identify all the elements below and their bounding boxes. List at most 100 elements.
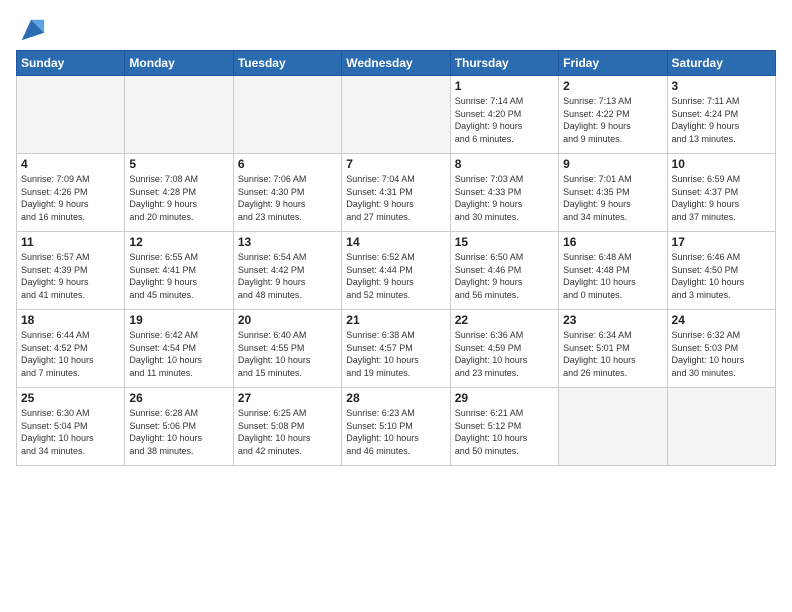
day-info: Sunrise: 6:59 AM Sunset: 4:37 PM Dayligh… xyxy=(672,173,771,223)
calendar-cell: 7 Sunrise: 7:04 AM Sunset: 4:31 PM Daylig… xyxy=(342,154,450,232)
calendar-cell: 24 Sunrise: 6:32 AM Sunset: 5:03 PM Dayli… xyxy=(667,310,775,388)
calendar-cell: 2 Sunrise: 7:13 AM Sunset: 4:22 PM Daylig… xyxy=(559,76,667,154)
day-number: 21 xyxy=(346,313,445,327)
header-wednesday: Wednesday xyxy=(342,51,450,76)
day-number: 5 xyxy=(129,157,228,171)
calendar-cell: 14 Sunrise: 6:52 AM Sunset: 4:44 PM Dayli… xyxy=(342,232,450,310)
day-info: Sunrise: 7:09 AM Sunset: 4:26 PM Dayligh… xyxy=(21,173,120,223)
day-number: 18 xyxy=(21,313,120,327)
day-number: 16 xyxy=(563,235,662,249)
calendar-cell: 21 Sunrise: 6:38 AM Sunset: 4:57 PM Dayli… xyxy=(342,310,450,388)
header-sunday: Sunday xyxy=(17,51,125,76)
day-number: 12 xyxy=(129,235,228,249)
day-info: Sunrise: 6:42 AM Sunset: 4:54 PM Dayligh… xyxy=(129,329,228,379)
logo xyxy=(16,16,46,44)
calendar-cell xyxy=(559,388,667,466)
day-number: 26 xyxy=(129,391,228,405)
calendar-header-row: Sunday Monday Tuesday Wednesday Thursday… xyxy=(17,51,776,76)
day-number: 6 xyxy=(238,157,337,171)
logo-icon xyxy=(18,16,46,44)
day-info: Sunrise: 6:30 AM Sunset: 5:04 PM Dayligh… xyxy=(21,407,120,457)
day-number: 9 xyxy=(563,157,662,171)
calendar-cell: 13Sunrise: 6:54 AM Sunset: 4:42 PM Dayli… xyxy=(233,232,341,310)
calendar-cell: 19 Sunrise: 6:42 AM Sunset: 4:54 PM Dayli… xyxy=(125,310,233,388)
calendar-cell xyxy=(342,76,450,154)
day-number: 17 xyxy=(672,235,771,249)
day-number: 7 xyxy=(346,157,445,171)
day-number: 11 xyxy=(21,235,120,249)
calendar-cell: 5 Sunrise: 7:08 AM Sunset: 4:28 PM Daylig… xyxy=(125,154,233,232)
day-number: 25 xyxy=(21,391,120,405)
calendar-table: Sunday Monday Tuesday Wednesday Thursday… xyxy=(16,50,776,466)
day-info: Sunrise: 6:28 AM Sunset: 5:06 PM Dayligh… xyxy=(129,407,228,457)
day-number: 24 xyxy=(672,313,771,327)
calendar-cell: 16 Sunrise: 6:48 AM Sunset: 4:48 PM Dayli… xyxy=(559,232,667,310)
calendar-cell: 17 Sunrise: 6:46 AM Sunset: 4:50 PM Dayli… xyxy=(667,232,775,310)
day-info: Sunrise: 6:38 AM Sunset: 4:57 PM Dayligh… xyxy=(346,329,445,379)
day-number: 29 xyxy=(455,391,554,405)
header-monday: Monday xyxy=(125,51,233,76)
calendar-cell: 18 Sunrise: 6:44 AM Sunset: 4:52 PM Dayli… xyxy=(17,310,125,388)
day-info: Sunrise: 7:08 AM Sunset: 4:28 PM Dayligh… xyxy=(129,173,228,223)
calendar-cell: 6 Sunrise: 7:06 AM Sunset: 4:30 PM Daylig… xyxy=(233,154,341,232)
calendar-cell: 23 Sunrise: 6:34 AM Sunset: 5:01 PM Dayli… xyxy=(559,310,667,388)
day-number: 23 xyxy=(563,313,662,327)
day-info: Sunrise: 6:44 AM Sunset: 4:52 PM Dayligh… xyxy=(21,329,120,379)
day-info: Sunrise: 7:11 AM Sunset: 4:24 PM Dayligh… xyxy=(672,95,771,145)
calendar-cell xyxy=(667,388,775,466)
page-container: Sunday Monday Tuesday Wednesday Thursday… xyxy=(0,0,792,612)
day-info: Sunrise: 6:52 AM Sunset: 4:44 PM Dayligh… xyxy=(346,251,445,301)
calendar-cell: 1 Sunrise: 7:14 AM Sunset: 4:20 PM Daylig… xyxy=(450,76,558,154)
calendar-cell: 28 Sunrise: 6:23 AM Sunset: 5:10 PM Dayli… xyxy=(342,388,450,466)
day-info: Sunrise: 7:04 AM Sunset: 4:31 PM Dayligh… xyxy=(346,173,445,223)
calendar-cell: 11 Sunrise: 6:57 AM Sunset: 4:39 PM Dayli… xyxy=(17,232,125,310)
header xyxy=(16,12,776,44)
calendar-cell xyxy=(17,76,125,154)
day-info: Sunrise: 7:13 AM Sunset: 4:22 PM Dayligh… xyxy=(563,95,662,145)
day-info: Sunrise: 7:01 AM Sunset: 4:35 PM Dayligh… xyxy=(563,173,662,223)
day-number: 1 xyxy=(455,79,554,93)
day-info: Sunrise: 6:48 AM Sunset: 4:48 PM Dayligh… xyxy=(563,251,662,301)
day-info: Sunrise: 6:50 AM Sunset: 4:46 PM Dayligh… xyxy=(455,251,554,301)
calendar-cell: 3 Sunrise: 7:11 AM Sunset: 4:24 PM Daylig… xyxy=(667,76,775,154)
calendar-cell: 8Sunrise: 7:03 AM Sunset: 4:33 PM Daylig… xyxy=(450,154,558,232)
calendar-cell: 10 Sunrise: 6:59 AM Sunset: 4:37 PM Dayli… xyxy=(667,154,775,232)
day-number: 19 xyxy=(129,313,228,327)
day-number: 14 xyxy=(346,235,445,249)
calendar-cell: 27 Sunrise: 6:25 AM Sunset: 5:08 PM Dayli… xyxy=(233,388,341,466)
day-info: Sunrise: 6:36 AM Sunset: 4:59 PM Dayligh… xyxy=(455,329,554,379)
calendar-cell: 20 Sunrise: 6:40 AM Sunset: 4:55 PM Dayli… xyxy=(233,310,341,388)
day-info: Sunrise: 7:06 AM Sunset: 4:30 PM Dayligh… xyxy=(238,173,337,223)
calendar-cell xyxy=(125,76,233,154)
calendar-cell: 9 Sunrise: 7:01 AM Sunset: 4:35 PM Daylig… xyxy=(559,154,667,232)
day-number: 27 xyxy=(238,391,337,405)
day-number: 2 xyxy=(563,79,662,93)
day-info: Sunrise: 6:46 AM Sunset: 4:50 PM Dayligh… xyxy=(672,251,771,301)
calendar-cell: 12 Sunrise: 6:55 AM Sunset: 4:41 PM Dayli… xyxy=(125,232,233,310)
day-info: Sunrise: 6:21 AM Sunset: 5:12 PM Dayligh… xyxy=(455,407,554,457)
day-info: Sunrise: 6:34 AM Sunset: 5:01 PM Dayligh… xyxy=(563,329,662,379)
calendar-cell: 29 Sunrise: 6:21 AM Sunset: 5:12 PM Dayli… xyxy=(450,388,558,466)
calendar-cell: 26 Sunrise: 6:28 AM Sunset: 5:06 PM Dayli… xyxy=(125,388,233,466)
day-info: Sunrise: 6:55 AM Sunset: 4:41 PM Dayligh… xyxy=(129,251,228,301)
header-friday: Friday xyxy=(559,51,667,76)
header-thursday: Thursday xyxy=(450,51,558,76)
day-info: Sunrise: 6:23 AM Sunset: 5:10 PM Dayligh… xyxy=(346,407,445,457)
day-info: Sunrise: 6:32 AM Sunset: 5:03 PM Dayligh… xyxy=(672,329,771,379)
day-info: Sunrise: 6:25 AM Sunset: 5:08 PM Dayligh… xyxy=(238,407,337,457)
calendar-cell: 15 Sunrise: 6:50 AM Sunset: 4:46 PM Dayli… xyxy=(450,232,558,310)
day-info: Sunrise: 7:14 AM Sunset: 4:20 PM Dayligh… xyxy=(455,95,554,145)
day-number: 20 xyxy=(238,313,337,327)
day-number: 4 xyxy=(21,157,120,171)
day-number: 3 xyxy=(672,79,771,93)
day-info: Sunrise: 6:40 AM Sunset: 4:55 PM Dayligh… xyxy=(238,329,337,379)
day-number: 10 xyxy=(672,157,771,171)
day-info: Sunrise: 6:57 AM Sunset: 4:39 PM Dayligh… xyxy=(21,251,120,301)
day-number: 22 xyxy=(455,313,554,327)
day-number: 28 xyxy=(346,391,445,405)
calendar-cell: 4 Sunrise: 7:09 AM Sunset: 4:26 PM Daylig… xyxy=(17,154,125,232)
day-number: 15 xyxy=(455,235,554,249)
calendar-cell xyxy=(233,76,341,154)
day-number: 8 xyxy=(455,157,554,171)
header-tuesday: Tuesday xyxy=(233,51,341,76)
